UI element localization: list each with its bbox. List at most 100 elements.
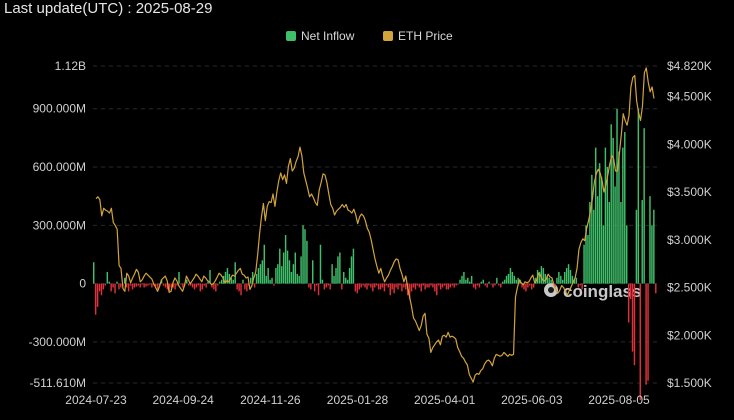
net-inflow-bar — [381, 283, 384, 288]
net-inflow-bar — [114, 283, 116, 294]
net-inflow-bar — [449, 283, 452, 288]
net-inflow-bar — [470, 275, 473, 284]
net-inflow-bar — [218, 281, 221, 284]
net-inflow-bar — [610, 124, 612, 284]
net-inflow-bar — [486, 283, 488, 288]
net-inflow-bar — [151, 283, 153, 288]
net-inflow-bar — [591, 174, 593, 284]
net-inflow-bar — [569, 270, 572, 284]
net-inflow-bar — [525, 283, 527, 292]
left-tick-label: -300.000M — [29, 335, 86, 349]
net-inflow-bar — [395, 283, 397, 288]
net-inflow-bar — [292, 264, 295, 284]
net-inflow-bar — [96, 283, 99, 307]
net-inflow-bar — [469, 281, 471, 284]
legend-label-net-inflow: Net Inflow — [301, 29, 355, 43]
net-inflow-bar — [647, 283, 649, 381]
net-inflow-bar — [98, 283, 101, 292]
net-inflow-bar — [501, 281, 504, 284]
net-inflow-bar — [178, 271, 180, 284]
net-inflow-bar — [455, 283, 457, 286]
net-inflow-bar — [205, 283, 207, 288]
x-tick-label: 2025-01-28 — [327, 393, 389, 407]
net-inflow-bar — [560, 275, 562, 284]
net-inflow-bar — [236, 283, 238, 290]
net-inflow-bar — [500, 283, 502, 288]
net-inflow-bar — [581, 283, 583, 290]
net-inflow-bar — [513, 275, 516, 284]
net-inflow-bar — [480, 281, 483, 284]
net-inflow-bar — [399, 283, 401, 286]
net-inflow-bar — [308, 283, 310, 288]
right-tick-label: $3.000K — [667, 233, 712, 247]
net-inflow-bar — [436, 283, 438, 296]
net-inflow-bar — [319, 244, 322, 284]
net-inflow-bar — [242, 279, 244, 284]
net-inflow-bar — [465, 279, 467, 284]
net-inflow-bar — [106, 271, 109, 284]
net-inflow-bar — [335, 268, 337, 284]
net-inflow-bar — [606, 167, 609, 284]
net-inflow-bar — [439, 283, 442, 290]
chart-legend[interactable]: Net Inflow ETH Price — [286, 29, 453, 43]
x-tick-label: 2024-09-24 — [152, 393, 214, 407]
net-inflow-bar — [443, 283, 446, 286]
net-inflow-bar — [193, 283, 196, 290]
net-inflow-bar — [315, 283, 318, 286]
net-inflow-bar — [180, 283, 182, 285]
net-inflow-bar — [201, 283, 203, 290]
net-inflow-bar — [579, 283, 581, 286]
x-tick-label: 2025-08-05 — [588, 393, 650, 407]
net-inflow-bar — [284, 235, 287, 284]
right-tick-label: $4.000K — [667, 137, 712, 151]
net-inflow-bar — [368, 283, 370, 286]
net-inflow-bar — [496, 277, 498, 284]
net-inflow-bar — [360, 283, 362, 288]
net-inflow-bar — [294, 252, 297, 284]
net-inflow-bar — [558, 271, 560, 284]
net-inflow-bar — [437, 283, 440, 286]
net-inflow-bar — [478, 283, 481, 288]
net-inflow-bar — [312, 260, 314, 284]
net-inflow-bar — [488, 281, 490, 284]
net-inflow-bar — [422, 283, 424, 286]
net-inflow-bar — [476, 283, 479, 286]
net-inflow-bar — [418, 283, 421, 288]
right-tick-label: $3.500K — [667, 185, 712, 199]
net-inflow-bar — [424, 283, 426, 290]
net-inflow-bar — [238, 283, 240, 292]
net-inflow-bar — [377, 283, 380, 290]
x-tick-label: 2025-06-03 — [501, 393, 563, 407]
net-inflow-bar — [635, 209, 638, 284]
net-inflow-bar — [447, 283, 450, 290]
x-tick-label: 2024-11-26 — [240, 393, 301, 407]
net-inflow-bar — [389, 283, 391, 296]
net-inflow-bar — [484, 283, 486, 286]
net-inflow-bar — [93, 262, 95, 284]
legend-item-eth-price[interactable]: ETH Price — [383, 29, 453, 43]
left-tick-label: 1.12B — [55, 59, 86, 73]
net-inflow-bar — [550, 279, 552, 284]
net-inflow-bar — [362, 283, 364, 286]
x-tick-label: 2024-07-23 — [65, 393, 127, 407]
net-inflow-bar — [631, 283, 634, 352]
net-inflow-bar — [622, 147, 624, 284]
net-inflow-bar — [343, 271, 345, 284]
net-inflow-bar — [220, 279, 223, 284]
net-inflow-bar — [451, 283, 454, 286]
net-inflow-bar — [149, 283, 151, 285]
net-inflow-bar — [143, 283, 145, 288]
net-inflow-bar — [482, 279, 485, 284]
left-axis-ticks: 1.12B 900.000M 600.000M 300.000M 0 -300.000M -… — [29, 59, 87, 390]
net-inflow-bar — [441, 283, 444, 288]
net-inflow-bar — [498, 283, 500, 286]
net-inflow-bar — [397, 283, 399, 290]
legend-item-net-inflow[interactable]: Net Inflow — [286, 29, 355, 43]
net-inflow-bar — [531, 283, 533, 290]
net-inflow-bar — [133, 283, 136, 288]
net-inflow-bar — [346, 279, 349, 284]
net-inflow-bar — [629, 283, 632, 300]
net-inflow-bar — [624, 132, 626, 284]
net-inflow-bar — [649, 196, 651, 284]
net-inflow-bar — [129, 283, 132, 286]
